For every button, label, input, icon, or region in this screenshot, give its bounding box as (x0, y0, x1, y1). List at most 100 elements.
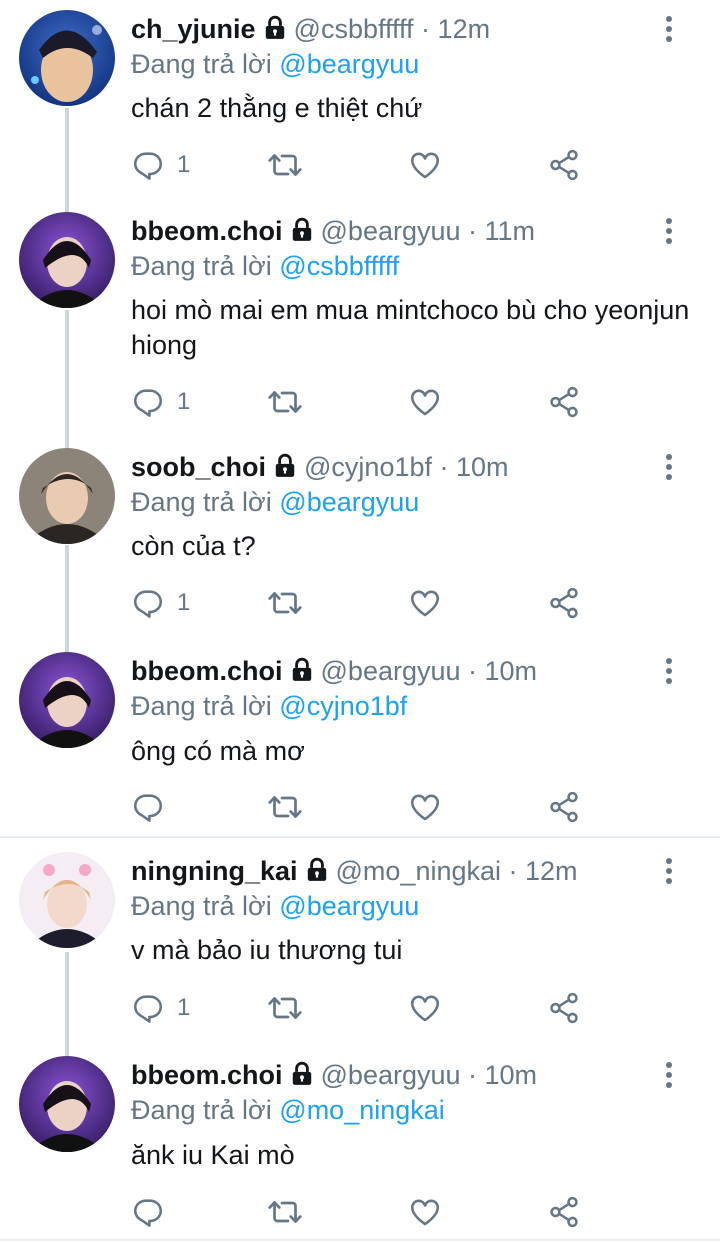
share-button[interactable] (547, 988, 581, 1028)
separator: · (501, 856, 526, 886)
retweet-button[interactable] (267, 787, 303, 827)
retweet-button[interactable] (267, 145, 303, 185)
retweet-icon (267, 1194, 303, 1230)
share-icon (547, 586, 581, 620)
like-button[interactable] (408, 988, 442, 1028)
avatar[interactable] (19, 10, 115, 106)
reply-prefix: Đang trả lời (131, 891, 272, 921)
reply-count: 1 (177, 994, 191, 1021)
retweet-button[interactable] (267, 382, 303, 422)
tweet-text: v mà bảo iu thương tui (131, 935, 403, 965)
more-options-icon[interactable] (660, 454, 678, 484)
replying-to: Đang trả lời @beargyuu (131, 47, 419, 81)
mention-link[interactable]: @beargyuu (279, 891, 419, 921)
tweet-actions: 1 (131, 382, 601, 422)
retweet-button[interactable] (267, 583, 303, 623)
timestamp[interactable]: 10m (485, 1060, 538, 1090)
thread-divider (0, 836, 720, 838)
lock-icon (289, 217, 315, 243)
retweet-button[interactable] (267, 988, 303, 1028)
retweet-icon (267, 990, 303, 1026)
tweet-actions (131, 1192, 601, 1232)
mention-link[interactable]: @beargyuu (279, 487, 419, 517)
like-button[interactable] (408, 382, 442, 422)
avatar[interactable] (19, 1056, 115, 1152)
share-button[interactable] (547, 583, 581, 623)
reply-icon (131, 1195, 165, 1229)
tweet-text: ănk iu Kai mò (131, 1140, 295, 1170)
replying-to: Đang trả lời @csbbfffff (131, 249, 399, 283)
timestamp[interactable]: 11m (485, 216, 536, 246)
retweet-icon (267, 384, 303, 420)
timestamp[interactable]: 12m (438, 14, 491, 44)
reply-tweet[interactable]: bbeom.choi @beargyuu · 11m Đang trả lời @… (0, 202, 720, 438)
heart-icon (408, 586, 442, 620)
timestamp[interactable]: 10m (456, 452, 509, 482)
retweet-button[interactable] (267, 1192, 303, 1232)
share-button[interactable] (547, 1192, 581, 1232)
share-icon (547, 148, 581, 182)
user-handle[interactable]: @beargyuu (321, 216, 461, 246)
reply-prefix: Đang trả lời (131, 487, 272, 517)
reply-button[interactable]: 1 (131, 988, 190, 1028)
user-handle[interactable]: @csbbfffff (294, 14, 414, 44)
avatar[interactable] (19, 652, 115, 748)
thread-divider (0, 1239, 720, 1241)
reply-button[interactable] (131, 1192, 177, 1232)
like-button[interactable] (408, 145, 442, 185)
share-button[interactable] (547, 382, 581, 422)
avatar[interactable] (19, 212, 115, 308)
user-handle[interactable]: @beargyuu (321, 1060, 461, 1090)
mention-link[interactable]: @cyjno1bf (279, 691, 407, 721)
lock-icon (289, 657, 315, 683)
more-options-icon[interactable] (660, 658, 678, 688)
share-button[interactable] (547, 145, 581, 185)
reply-button[interactable] (131, 787, 177, 827)
reply-tweet[interactable]: bbeom.choi @beargyuu · 10m Đang trả lời @… (0, 1044, 720, 1239)
share-icon (547, 1195, 581, 1229)
reply-tweet[interactable]: ch_yjunie @csbbfffff · 12m Đang trả lời @… (0, 0, 720, 202)
mention-link[interactable]: @mo_ningkai (279, 1095, 445, 1125)
more-options-icon[interactable] (660, 858, 678, 888)
lock-icon (289, 1061, 315, 1087)
avatar[interactable] (19, 448, 115, 544)
reply-prefix: Đang trả lời (131, 251, 272, 281)
reply-prefix: Đang trả lời (131, 691, 272, 721)
display-name[interactable]: soob_choi (131, 452, 266, 482)
display-name[interactable]: bbeom.choi (131, 656, 283, 686)
user-handle[interactable]: @cyjno1bf (304, 452, 432, 482)
reply-button[interactable]: 1 (131, 583, 190, 623)
user-handle[interactable]: @beargyuu (321, 656, 461, 686)
replying-to: Đang trả lời @beargyuu (131, 889, 419, 923)
reply-button[interactable]: 1 (131, 145, 190, 185)
reply-tweet[interactable]: ningning_kai @mo_ningkai · 12m Đang trả l… (0, 842, 720, 1044)
mention-link[interactable]: @csbbfffff (279, 251, 399, 281)
display-name[interactable]: bbeom.choi (131, 216, 283, 246)
timestamp[interactable]: 10m (485, 656, 538, 686)
user-handle[interactable]: @mo_ningkai (336, 856, 502, 886)
share-icon (547, 991, 581, 1025)
reply-tweet[interactable]: soob_choi @cyjno1bf · 10m Đang trả lời @b… (0, 438, 720, 640)
replying-to: Đang trả lời @mo_ningkai (131, 1093, 445, 1127)
display-name[interactable]: bbeom.choi (131, 1060, 283, 1090)
reply-tweet[interactable]: bbeom.choi @beargyuu · 10m Đang trả lời @… (0, 640, 720, 836)
timestamp[interactable]: 12m (525, 856, 578, 886)
like-button[interactable] (408, 1192, 442, 1232)
lock-icon (272, 453, 298, 479)
replying-to: Đang trả lời @beargyuu (131, 485, 419, 519)
display-name[interactable]: ch_yjunie (131, 14, 256, 44)
like-button[interactable] (408, 583, 442, 623)
separator: · (432, 452, 456, 482)
share-icon (547, 790, 581, 824)
more-options-icon[interactable] (660, 16, 678, 46)
like-button[interactable] (408, 787, 442, 827)
more-options-icon[interactable] (660, 1062, 678, 1092)
reply-button[interactable]: 1 (131, 382, 190, 422)
mention-link[interactable]: @beargyuu (279, 49, 419, 79)
display-name[interactable]: ningning_kai (131, 856, 298, 886)
share-button[interactable] (547, 787, 581, 827)
avatar[interactable] (19, 852, 115, 948)
more-options-icon[interactable] (660, 218, 678, 248)
separator: · (460, 1060, 485, 1090)
tweet-text: còn của t? (131, 531, 256, 561)
